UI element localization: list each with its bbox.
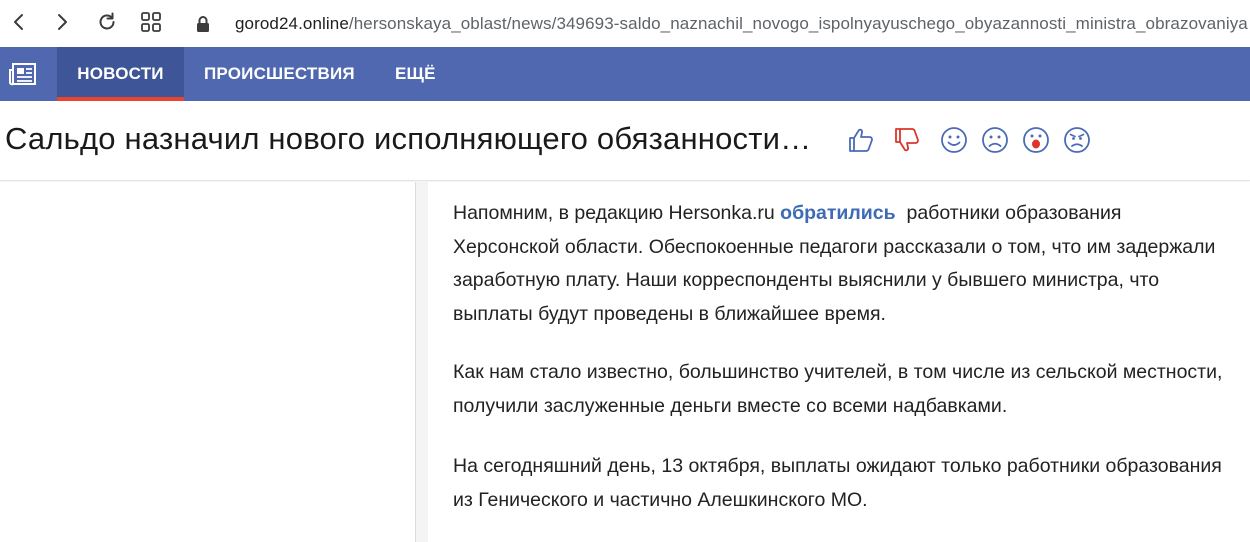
nav-item-more[interactable]: ЕЩЁ — [395, 47, 436, 101]
article-link[interactable]: обратились — [780, 202, 895, 224]
nav-item-label: ЕЩЁ — [395, 64, 436, 83]
left-sidebar — [0, 182, 416, 542]
url-path: /hersonskaya_oblast/news/349693-saldo_na… — [348, 13, 1248, 33]
angry-icon[interactable] — [1062, 125, 1092, 155]
site-nav: НОВОСТИ ПРОИСШЕСТВИЯ ЕЩЁ — [0, 47, 1250, 101]
chevron-right-icon — [52, 12, 72, 32]
grid-icon — [140, 11, 162, 33]
smile-icon[interactable] — [939, 125, 969, 155]
address-bar[interactable]: gorod24.online/hersonskaya_oblast/news/3… — [193, 0, 1248, 47]
thumbs-up-icon[interactable] — [846, 125, 876, 155]
article-paragraph-3: На сегодняшний день, 13 октября, выплаты… — [453, 455, 1222, 511]
lock-icon[interactable] — [193, 14, 213, 34]
sad-icon[interactable] — [980, 125, 1010, 155]
article-paragraph-1: Напомним, в редакцию Hersonka.ru обратил… — [453, 197, 1233, 331]
url-text[interactable]: gorod24.online/hersonskaya_oblast/news/3… — [235, 14, 1248, 34]
nav-item-incidents[interactable]: ПРОИСШЕСТВИЯ — [204, 47, 355, 101]
reload-button[interactable] — [92, 7, 122, 37]
paragraph-text: Напомним, в редакцию Hersonka.ru — [453, 202, 781, 224]
article-body: Напомним, в редакцию Hersonka.ru обратил… — [428, 182, 1250, 542]
surprised-icon[interactable] — [1021, 125, 1051, 155]
forward-button[interactable] — [47, 7, 77, 37]
back-button[interactable] — [4, 7, 34, 37]
newspaper-icon[interactable] — [8, 60, 40, 88]
article-title-bar: Сальдо назначил нового исполняющего обяз… — [0, 101, 1250, 181]
reload-icon — [96, 11, 118, 33]
url-domain: gorod24.online — [235, 13, 349, 33]
content-area: Напомним, в редакцию Hersonka.ru обратил… — [0, 182, 1250, 542]
nav-item-news[interactable]: НОВОСТИ — [57, 47, 184, 101]
nav-item-label: НОВОСТИ — [77, 64, 164, 83]
thumbs-down-icon[interactable] — [892, 125, 922, 155]
browser-toolbar: gorod24.online/hersonskaya_oblast/news/3… — [0, 0, 1250, 47]
page-title: Сальдо назначил нового исполняющего обяз… — [5, 121, 812, 156]
apps-button[interactable] — [136, 7, 166, 37]
article-paragraph-2: Как нам стало известно, большинство учит… — [453, 361, 1223, 417]
nav-item-label: ПРОИСШЕСТВИЯ — [204, 64, 355, 83]
chevron-left-icon — [9, 12, 29, 32]
